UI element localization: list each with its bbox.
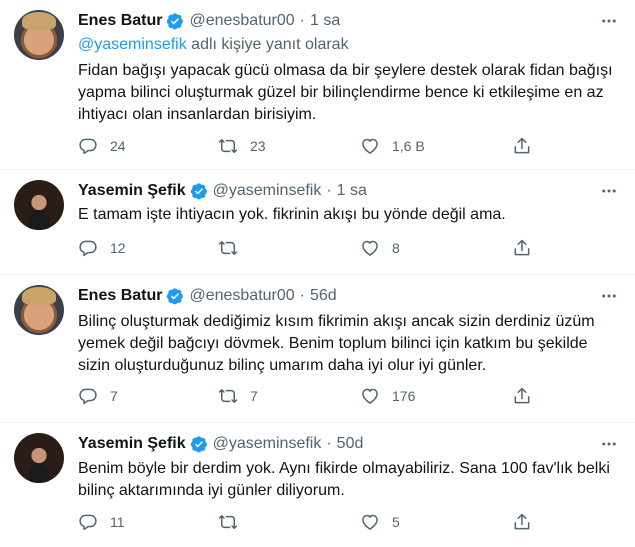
- like-button[interactable]: 5: [360, 512, 400, 532]
- retweet-button[interactable]: 7: [218, 386, 258, 406]
- reply-icon: [78, 386, 98, 406]
- like-icon: [360, 238, 380, 258]
- timestamp[interactable]: 1 sa: [310, 12, 340, 30]
- reply-count: 24: [110, 138, 126, 154]
- verified-badge-icon: [166, 287, 184, 305]
- tweet-actions: 11 5: [78, 512, 538, 534]
- share-icon: [512, 238, 532, 258]
- reply-button[interactable]: 11: [78, 512, 125, 532]
- more-icon[interactable]: [599, 182, 619, 200]
- retweet-icon: [218, 136, 238, 156]
- tweet-text-line: ihtiyacı olan insanlardan birisiyim.: [78, 106, 317, 123]
- retweet-count: 23: [250, 138, 266, 154]
- reply-icon: [78, 512, 98, 532]
- tweet-text-line: Fidan bağışı yapacak gücü olmasa da bir …: [78, 62, 613, 79]
- tweet-text-line: Benim böyle bir derdim yok. Aynı fikirde…: [78, 460, 610, 477]
- tweet-text-line: Bilinç oluşturmak dediğimiz kısım fikrim…: [78, 313, 595, 330]
- retweet-button[interactable]: 23: [218, 136, 266, 156]
- tweet-actions: 24 23 1,6 B: [78, 136, 538, 158]
- separator: ·: [299, 287, 305, 304]
- tweet-text-line: sizin oluşturduğunuz bilinç umarım daha …: [78, 357, 487, 374]
- retweet-button[interactable]: [218, 238, 250, 258]
- retweet-button[interactable]: [218, 512, 250, 532]
- retweet-icon: [218, 238, 238, 258]
- tweet-text: Bilinç oluşturmak dediğimiz kısım fikrim…: [78, 311, 623, 377]
- avatar[interactable]: [14, 10, 64, 60]
- timestamp[interactable]: 50d: [337, 435, 364, 453]
- separator: ·: [299, 12, 305, 29]
- tweet-header: Enes Batur @enesbatur00 · 56d: [78, 285, 337, 307]
- share-button[interactable]: [512, 136, 544, 156]
- share-button[interactable]: [512, 512, 544, 532]
- share-button[interactable]: [512, 386, 544, 406]
- more-icon[interactable]: [599, 435, 619, 453]
- tweet-header: Enes Batur @enesbatur00 · 1 sa: [78, 10, 340, 32]
- reply-button[interactable]: 7: [78, 386, 118, 406]
- tweet-actions: 7 7 176: [78, 386, 538, 408]
- verified-badge-icon: [166, 12, 184, 30]
- share-icon: [512, 512, 532, 532]
- reply-context-text: adlı kişiye yanıt olarak: [186, 36, 349, 53]
- tweet-text-line: yemek değil bağcıyı dövmek. Benim toplum…: [78, 335, 588, 352]
- like-count: 176: [392, 388, 416, 404]
- reply-button[interactable]: 12: [78, 238, 126, 258]
- avatar[interactable]: [14, 180, 64, 230]
- reply-count: 11: [110, 514, 125, 530]
- tweet[interactable]: Yasemin Şefik @yaseminsefik · 50d Benim …: [0, 423, 635, 547]
- tweet[interactable]: Enes Batur @enesbatur00 · 1 sa @yasemins…: [0, 0, 635, 170]
- retweet-icon: [218, 512, 238, 532]
- verified-badge-icon: [190, 435, 208, 453]
- more-icon[interactable]: [599, 12, 619, 30]
- like-icon: [360, 136, 380, 156]
- verified-badge-icon: [190, 182, 208, 200]
- tweet-text-line: E tamam işte ihtiyacın yok. fikrinin akı…: [78, 206, 506, 223]
- like-count: 8: [392, 240, 400, 256]
- author-handle[interactable]: @enesbatur00: [189, 287, 294, 305]
- like-count: 5: [392, 514, 400, 530]
- like-icon: [360, 386, 380, 406]
- author-name[interactable]: Yasemin Şefik: [78, 435, 186, 453]
- like-button[interactable]: 1,6 B: [360, 136, 425, 156]
- tweet-header: Yasemin Şefik @yaseminsefik · 1 sa: [78, 180, 367, 202]
- more-icon[interactable]: [599, 287, 619, 305]
- author-name[interactable]: Enes Batur: [78, 287, 162, 305]
- tweet-text: Benim böyle bir derdim yok. Aynı fikirde…: [78, 458, 623, 502]
- tweet-text-line: bilinç aktarımında iyi günler diliyorum.: [78, 482, 345, 499]
- timestamp[interactable]: 56d: [310, 287, 337, 305]
- tweet[interactable]: Enes Batur @enesbatur00 · 56d Bilinç olu…: [0, 275, 635, 423]
- tweet-text-line: yapma bilinci oluşturmak güzel bir bilin…: [78, 84, 604, 101]
- author-name[interactable]: Enes Batur: [78, 12, 162, 30]
- like-button[interactable]: 8: [360, 238, 400, 258]
- retweet-icon: [218, 386, 238, 406]
- share-button[interactable]: [512, 238, 544, 258]
- separator: ·: [326, 435, 332, 452]
- reply-icon: [78, 136, 98, 156]
- tweet[interactable]: Yasemin Şefik @yaseminsefik · 1 sa E tam…: [0, 170, 635, 275]
- like-icon: [360, 512, 380, 532]
- share-icon: [512, 136, 532, 156]
- reply-mention-link[interactable]: @yaseminsefik: [78, 36, 187, 53]
- timestamp[interactable]: 1 sa: [337, 182, 367, 200]
- avatar[interactable]: [14, 433, 64, 483]
- author-handle[interactable]: @yaseminsefik: [213, 182, 322, 200]
- author-handle[interactable]: @yaseminsefik: [213, 435, 322, 453]
- tweet-header: Yasemin Şefik @yaseminsefik · 50d: [78, 433, 363, 455]
- reply-icon: [78, 238, 98, 258]
- like-button[interactable]: 176: [360, 386, 415, 406]
- author-handle[interactable]: @enesbatur00: [189, 12, 294, 30]
- author-name[interactable]: Yasemin Şefik: [78, 182, 186, 200]
- tweet-text: E tamam işte ihtiyacın yok. fikrinin akı…: [78, 204, 623, 226]
- reply-count: 12: [110, 240, 126, 256]
- tweet-actions: 12 8: [78, 238, 538, 260]
- avatar[interactable]: [14, 285, 64, 335]
- reply-count: 7: [110, 388, 118, 404]
- reply-context: @yaseminsefik adlı kişiye yanıt olarak: [78, 36, 349, 54]
- separator: ·: [326, 182, 332, 199]
- share-icon: [512, 386, 532, 406]
- like-count: 1,6 B: [392, 138, 425, 154]
- tweet-text: Fidan bağışı yapacak gücü olmasa da bir …: [78, 60, 623, 126]
- retweet-count: 7: [250, 388, 258, 404]
- reply-button[interactable]: 24: [78, 136, 126, 156]
